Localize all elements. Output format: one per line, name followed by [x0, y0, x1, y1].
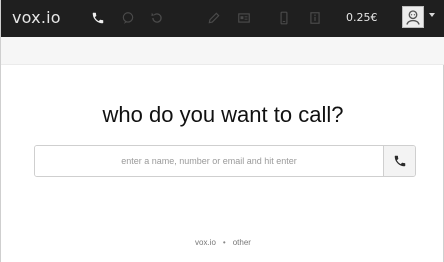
info-icon[interactable]: [306, 9, 324, 27]
sub-toolbar: [1, 37, 444, 65]
call-search-box: [34, 145, 416, 177]
search-input[interactable]: [35, 146, 383, 176]
page-title: who do you want to call?: [102, 102, 344, 127]
footer: vox.io • other: [1, 237, 444, 249]
call-button[interactable]: [383, 146, 415, 176]
chevron-down-icon[interactable]: [429, 13, 435, 17]
top-toolbar: vox.io 0.25€: [1, 0, 444, 37]
user-avatar-icon: [406, 10, 420, 25]
phone-icon: [394, 155, 405, 167]
footer-link-other[interactable]: other: [233, 238, 251, 247]
footer-link-voxio[interactable]: vox.io: [195, 238, 216, 247]
avatar[interactable]: [402, 6, 424, 28]
chat-icon[interactable]: [119, 9, 137, 27]
page: vox.io 0.25€ who do you want to call? en…: [0, 0, 444, 262]
contact-card-icon[interactable]: [235, 9, 253, 27]
account-balance: 0.25€: [346, 11, 378, 24]
footer-separator: •: [222, 238, 226, 247]
app-logo[interactable]: vox.io: [12, 8, 61, 28]
edit-icon[interactable]: [205, 9, 223, 27]
mobile-icon[interactable]: [275, 9, 293, 27]
history-icon[interactable]: [148, 9, 166, 27]
phone-icon[interactable]: [89, 9, 107, 27]
